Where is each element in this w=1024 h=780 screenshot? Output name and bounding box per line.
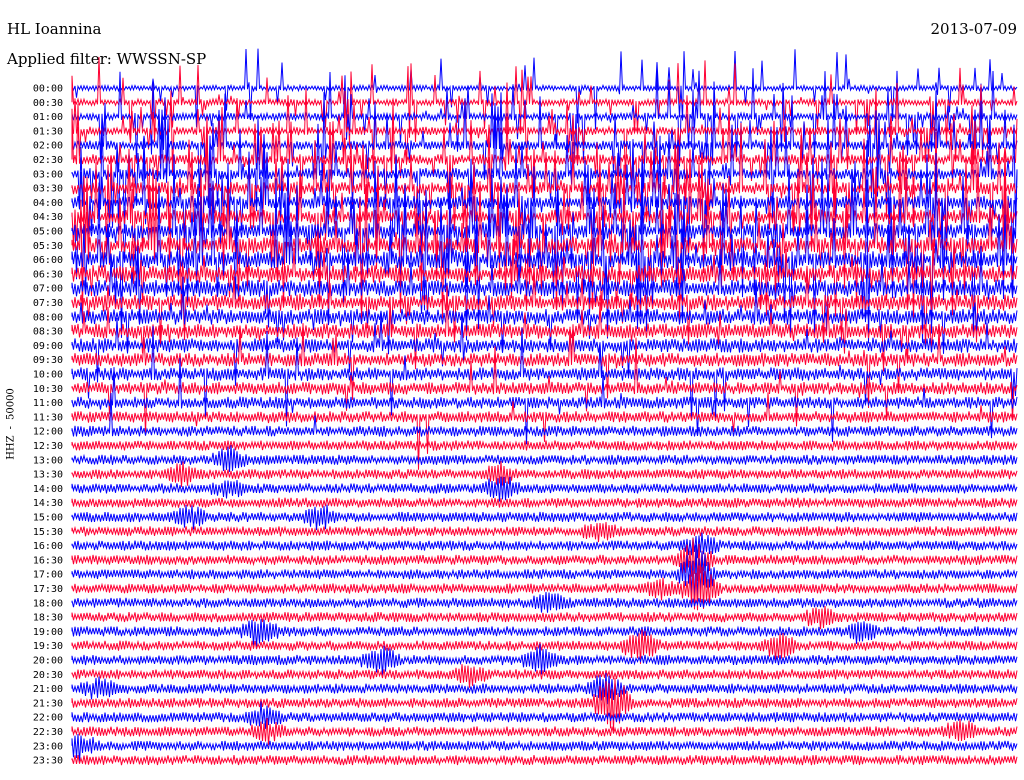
time-label: 16:30 — [33, 555, 63, 566]
time-label: 12:00 — [33, 427, 63, 438]
time-label: 06:00 — [33, 255, 63, 266]
time-label: 23:30 — [33, 756, 63, 767]
time-label: 20:30 — [33, 670, 63, 681]
time-label: 01:00 — [33, 112, 63, 123]
time-label: 00:00 — [33, 84, 63, 95]
time-label: 06:30 — [33, 269, 63, 280]
time-label: 10:00 — [33, 370, 63, 381]
time-label: 07:00 — [33, 284, 63, 295]
time-label: 05:00 — [33, 227, 63, 238]
time-label: 05:30 — [33, 241, 63, 252]
seismogram-plot: 00:00 00:30 01:00 01:30 02:00 02:30 03:00 03:30… — [33, 48, 1018, 767]
time-label: 13:00 — [33, 455, 63, 466]
time-label: 21:30 — [33, 698, 63, 709]
time-label: 12:30 — [33, 441, 63, 452]
time-label: 04:00 — [33, 198, 63, 209]
time-label: 10:30 — [33, 384, 63, 395]
time-label: 14:00 — [33, 484, 63, 495]
time-label: 15:30 — [33, 527, 63, 538]
time-label: 23:00 — [33, 741, 63, 752]
time-label: 22:00 — [33, 713, 63, 724]
time-label: 00:30 — [33, 98, 63, 109]
time-label: 17:00 — [33, 570, 63, 581]
time-label: 19:00 — [33, 627, 63, 638]
time-label: 19:30 — [33, 641, 63, 652]
time-label: 03:00 — [33, 169, 63, 180]
time-label: 04:30 — [33, 212, 63, 223]
time-label: 16:00 — [33, 541, 63, 552]
time-label: 14:30 — [33, 498, 63, 509]
time-label: 02:30 — [33, 155, 63, 166]
time-label: 17:30 — [33, 584, 63, 595]
time-label: 09:00 — [33, 341, 63, 352]
time-label: 21:00 — [33, 684, 63, 695]
time-label: 08:30 — [33, 327, 63, 338]
trace-2330 — [71, 754, 1018, 767]
time-label: 18:00 — [33, 598, 63, 609]
time-label: 01:30 — [33, 126, 63, 137]
trace-1530 — [71, 521, 1018, 543]
time-label: 08:00 — [33, 312, 63, 323]
trace-1230 — [71, 439, 1018, 452]
trace-1600 — [71, 532, 1018, 559]
trace-group — [71, 48, 1018, 767]
trace-2130 — [71, 678, 1018, 731]
time-label: 13:30 — [33, 470, 63, 481]
time-label: 11:30 — [33, 412, 63, 423]
time-label: 22:30 — [33, 727, 63, 738]
trace-1800 — [71, 591, 1018, 613]
time-label: 07:30 — [33, 298, 63, 309]
time-label: 03:30 — [33, 184, 63, 195]
trace-1500 — [71, 504, 1018, 531]
trace-1700 — [71, 544, 1018, 604]
trace-1330 — [71, 461, 1018, 487]
time-label: 18:30 — [33, 613, 63, 624]
time-label: 11:00 — [33, 398, 63, 409]
trace-1400 — [71, 476, 1018, 502]
time-label: 02:00 — [33, 141, 63, 152]
time-label: 09:30 — [33, 355, 63, 366]
trace-1030 — [71, 337, 1018, 435]
time-label: 20:00 — [33, 656, 63, 667]
time-label: 15:00 — [33, 513, 63, 524]
trace-1430 — [71, 496, 1018, 509]
time-label-group: 00:00 00:30 01:00 01:30 02:00 02:30 03:00 03:30… — [33, 84, 63, 767]
trace-2100 — [71, 672, 1018, 705]
